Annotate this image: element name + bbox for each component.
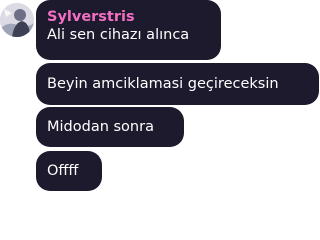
message-bubble[interactable]: Sylverstris Ali sen cihazı alınca <box>36 0 221 60</box>
message-bubble[interactable]: Midodan sonra <box>36 107 184 147</box>
sender-name[interactable]: Sylverstris <box>47 10 211 25</box>
message-text: Ali sen cihazı alınca <box>47 27 190 43</box>
message-text: Offff <box>47 163 79 179</box>
message-bubble[interactable]: Offff <box>36 151 102 191</box>
message-bubble[interactable]: Beyin amciklamasi geçireceksin <box>36 63 319 105</box>
user-avatar-icon <box>0 3 34 37</box>
avatar[interactable] <box>0 3 34 37</box>
message-text: Beyin amciklamasi geçireceksin <box>47 76 279 92</box>
message-text: Midodan sonra <box>47 119 154 135</box>
